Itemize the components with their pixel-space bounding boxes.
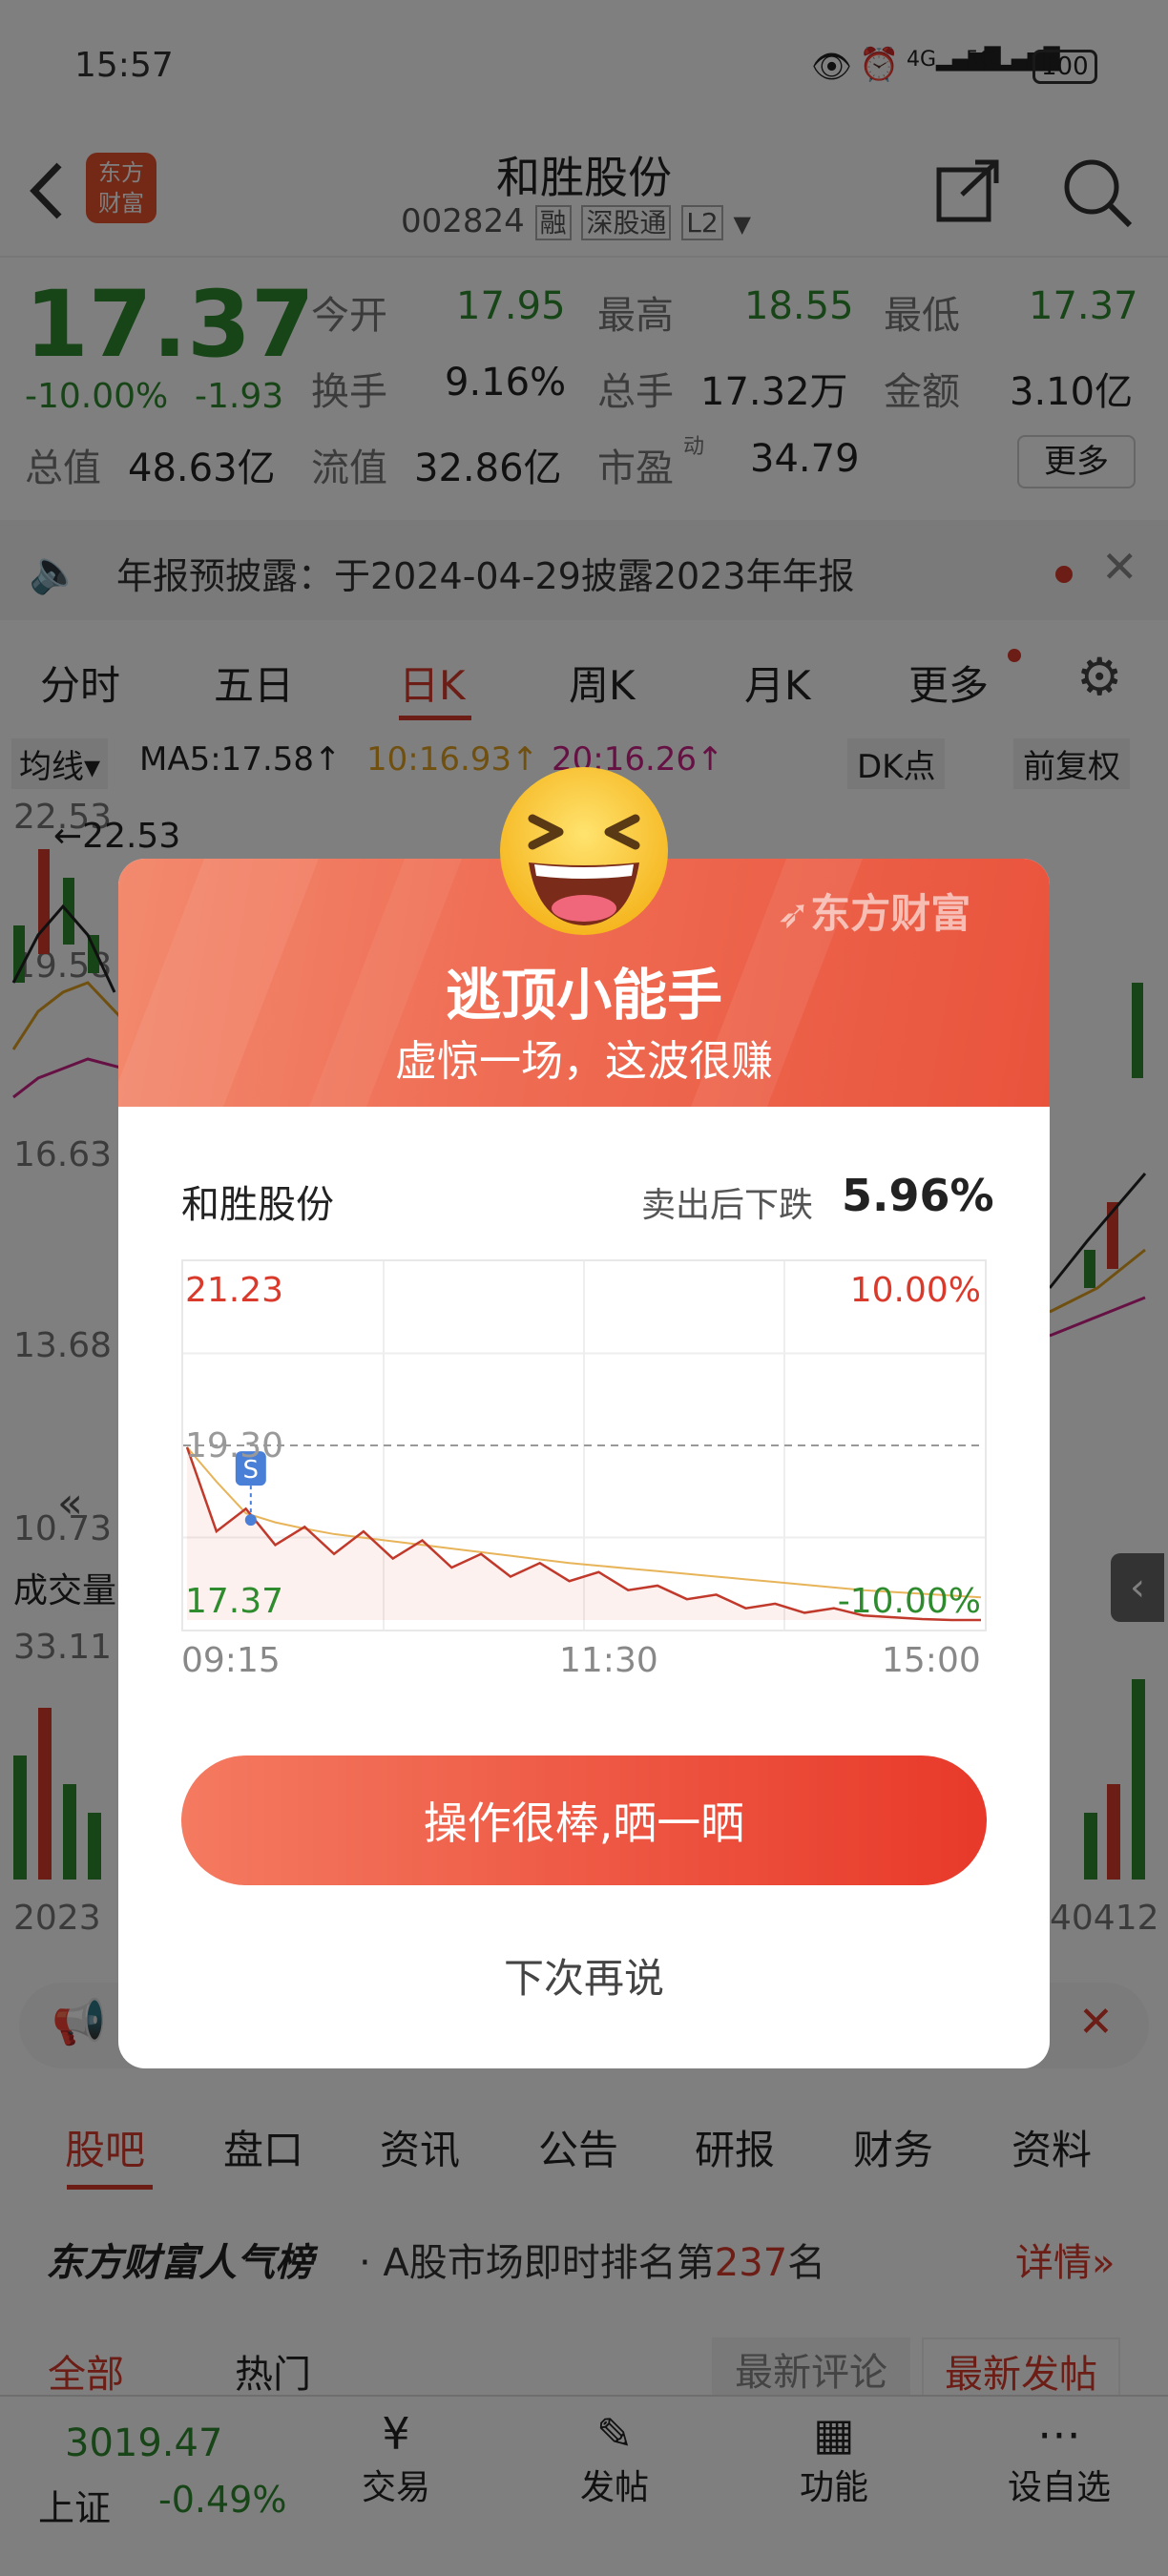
drop-label: 卖出后下跌 xyxy=(641,1186,814,1225)
share-button[interactable]: 操作很棒,晒一晒 xyxy=(181,1755,987,1885)
pct-label-bottom: -10.00% xyxy=(838,1582,981,1621)
achievement-modal: ➶东方财富 逃顶小能手 虚惊一场，这波很赚 和胜股份 卖出后下跌 5.96% S… xyxy=(118,859,1050,2068)
drop-value: 5.96% xyxy=(842,1170,994,1221)
laughing-emoji-icon xyxy=(500,767,668,935)
dismiss-button[interactable]: 下次再说 xyxy=(118,1946,1050,2005)
y-label-mid: 19.30 xyxy=(185,1426,283,1465)
y-label-top: 21.23 xyxy=(185,1271,283,1310)
sell-marker-dot xyxy=(244,1514,257,1527)
brand-watermark: ➶东方财富 xyxy=(777,890,971,937)
x-label-close: 15:00 xyxy=(882,1641,981,1680)
modal-stock-name: 和胜股份 xyxy=(181,1183,334,1227)
x-label-open: 09:15 xyxy=(181,1641,281,1680)
modal-subtitle: 虚惊一场，这波很赚 xyxy=(395,1037,773,1086)
modal-title: 逃顶小能手 xyxy=(445,963,722,1028)
x-label-noon: 11:30 xyxy=(559,1641,658,1680)
mini-chart-frame: S 21.23 10.00% 19.30 17.37 -10.00% xyxy=(181,1259,987,1631)
y-label-bottom: 17.37 xyxy=(185,1582,283,1621)
pct-label-top: 10.00% xyxy=(850,1271,981,1310)
mini-price-chart: S21.23 10.00%19.3017.37 -10.00% xyxy=(183,1261,985,1630)
